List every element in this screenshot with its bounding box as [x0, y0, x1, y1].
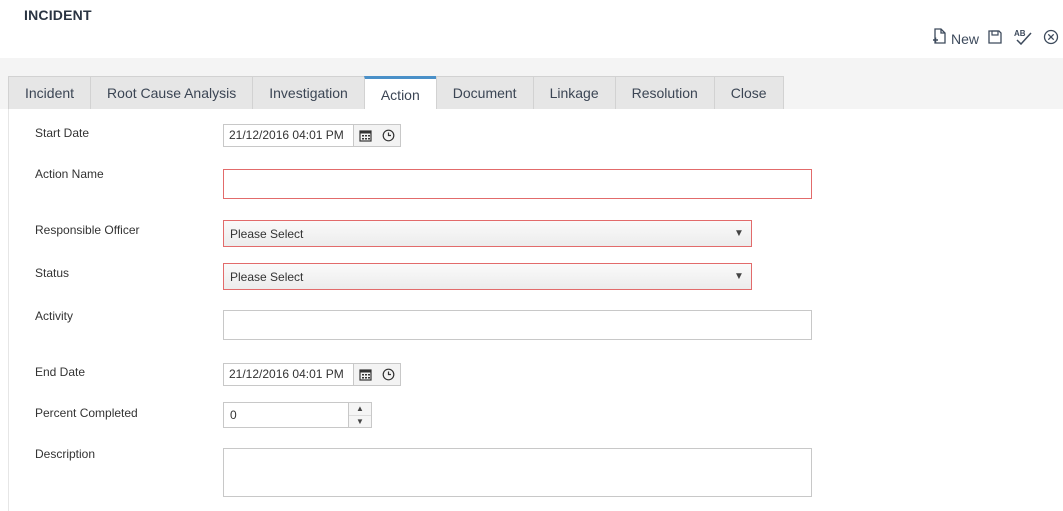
percent-completed-stepper[interactable]: 0 ▲ ▼	[223, 402, 372, 428]
clock-icon[interactable]	[377, 364, 400, 385]
tab-close[interactable]: Close	[713, 76, 784, 109]
clock-icon[interactable]	[377, 125, 400, 146]
tab-root-cause-analysis[interactable]: Root Cause Analysis	[90, 76, 254, 109]
description-textarea[interactable]	[223, 448, 812, 497]
activity-label: Activity	[35, 309, 74, 323]
spellcheck-button[interactable]: AB	[1013, 28, 1033, 50]
page-title: INCIDENT	[24, 7, 92, 23]
tab-list: Incident Root Cause Analysis Investigati…	[8, 76, 784, 112]
status-value: Please Select	[230, 269, 304, 284]
tab-investigation[interactable]: Investigation	[252, 76, 365, 109]
activity-input[interactable]	[223, 310, 812, 340]
description-label: Description	[35, 447, 96, 461]
end-date-value[interactable]: 21/12/2016 04:01 PM	[224, 364, 353, 385]
close-button[interactable]	[1043, 29, 1059, 50]
end-date-label: End Date	[35, 365, 86, 379]
new-document-icon	[932, 28, 947, 50]
tab-linkage[interactable]: Linkage	[532, 76, 616, 109]
save-icon	[987, 29, 1003, 50]
tab-document[interactable]: Document	[435, 76, 534, 109]
spellcheck-icon: AB	[1013, 28, 1033, 50]
end-date-field[interactable]: 21/12/2016 04:01 PM	[223, 363, 401, 386]
chevron-down-icon: ▼	[734, 271, 744, 282]
increment-arrow-icon[interactable]: ▲	[349, 403, 371, 416]
percent-completed-label: Percent Completed	[35, 406, 138, 420]
tab-incident[interactable]: Incident	[8, 76, 92, 109]
new-button[interactable]: New	[932, 28, 979, 50]
action-name-label: Action Name	[35, 167, 104, 181]
svg-text:AB: AB	[1014, 29, 1026, 38]
percent-completed-value[interactable]: 0	[224, 403, 348, 427]
responsible-officer-value: Please Select	[230, 226, 304, 241]
save-button[interactable]	[987, 29, 1003, 50]
close-icon	[1043, 29, 1059, 50]
page-header: INCIDENT New AB	[0, 0, 1063, 58]
new-button-label: New	[950, 31, 979, 47]
tab-bar: Incident Root Cause Analysis Investigati…	[0, 58, 1063, 112]
tab-resolution[interactable]: Resolution	[614, 76, 715, 109]
decrement-arrow-icon[interactable]: ▼	[349, 416, 371, 428]
status-select[interactable]: Please Select ▼	[223, 263, 752, 290]
start-date-label: Start Date	[35, 126, 90, 140]
tab-action[interactable]: Action	[363, 76, 437, 112]
responsible-officer-label: Responsible Officer	[35, 223, 140, 237]
status-label: Status	[35, 266, 70, 280]
responsible-officer-select[interactable]: Please Select ▼	[223, 220, 752, 247]
toolbar: New AB	[932, 28, 1063, 50]
start-date-value[interactable]: 21/12/2016 04:01 PM	[224, 125, 353, 146]
action-name-input[interactable]	[223, 169, 812, 199]
calendar-icon[interactable]	[354, 364, 377, 385]
start-date-field[interactable]: 21/12/2016 04:01 PM	[223, 124, 401, 147]
action-form: Start Date 21/12/2016 04:01 PM Action Na…	[8, 109, 1063, 511]
calendar-icon[interactable]	[354, 125, 377, 146]
chevron-down-icon: ▼	[734, 228, 744, 239]
